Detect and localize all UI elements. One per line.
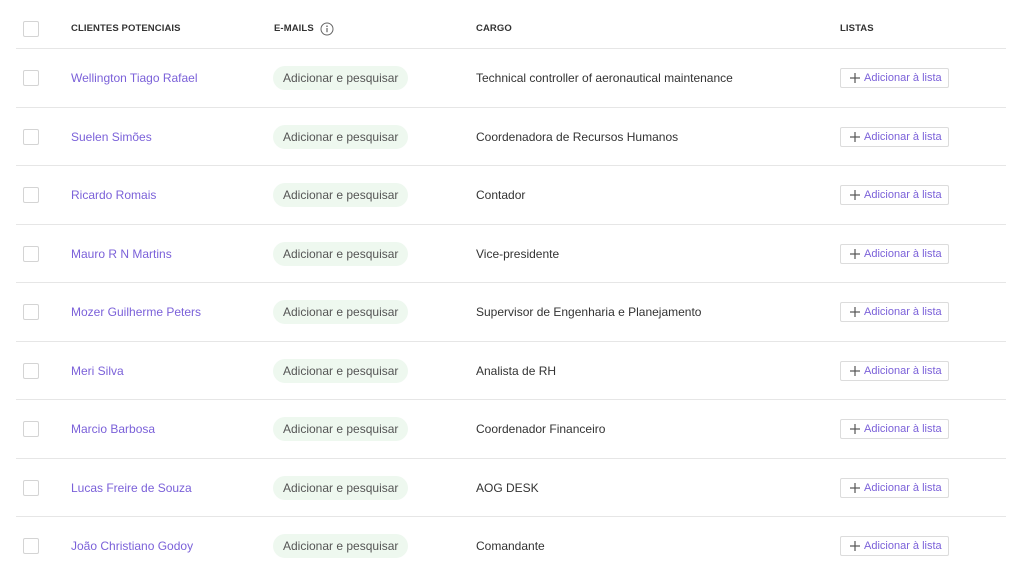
job-title: Vice-presidente [476,246,560,261]
plus-icon [850,131,860,142]
table-row: Marcio Barbosa Adicionar e pesquisar Coo… [0,400,1024,458]
header-emails[interactable]: E-MAILS [274,23,314,34]
header-cargo[interactable]: CARGO [476,23,512,34]
info-icon[interactable] [320,22,334,36]
add-to-list-label: Adicionar à lista [864,423,942,435]
plus-icon [850,541,860,551]
job-title: Supervisor de Engenharia e Planejamento [476,305,702,319]
job-title: Technical controller of aeronautical mai… [476,71,733,85]
job-title: Analista de RH [476,363,557,378]
lead-name-link[interactable]: Ricardo Romais [71,188,156,202]
job-title: Coordenadora de Recursos Humanos [476,129,679,144]
row-checkbox[interactable] [23,421,39,437]
add-and-search-email-button[interactable]: Adicionar e pesquisar [273,183,409,207]
job-title: Coordenador Financeiro [476,422,606,436]
row-checkbox[interactable] [23,187,39,203]
plus-icon [850,73,860,83]
add-to-list-button[interactable]: Adicionar à lista [840,302,949,322]
plus-icon [850,365,860,376]
add-to-list-label: Adicionar à lista [864,481,942,494]
add-and-search-email-button[interactable]: Adicionar e pesquisar [273,241,409,266]
add-to-list-button[interactable]: Adicionar à lista [840,185,949,205]
plus-icon [850,482,860,493]
lead-name-link[interactable]: Marcio Barbosa [71,422,155,436]
job-title: AOG DESK [476,480,539,495]
add-and-search-email-button[interactable]: Adicionar e pesquisar [273,417,409,441]
add-to-list-label: Adicionar à lista [864,247,942,260]
table-row: Mauro R N Martins Adicionar e pesquisar … [0,225,1024,283]
lead-name-link[interactable]: João Christiano Godoy [71,539,193,553]
row-checkbox[interactable] [23,538,39,554]
table-row: Lucas Freire de Souza Adicionar e pesqui… [0,459,1024,517]
add-to-list-label: Adicionar à lista [864,306,942,318]
job-title: Contador [476,188,526,202]
row-checkbox[interactable] [23,245,39,262]
add-and-search-email-button[interactable]: Adicionar e pesquisar [273,534,409,558]
add-to-list-button[interactable]: Adicionar à lista [840,419,949,439]
add-and-search-email-button[interactable]: Adicionar e pesquisar [273,358,409,383]
table-row: João Christiano Godoy Adicionar e pesqui… [0,517,1024,575]
add-and-search-email-button[interactable]: Adicionar e pesquisar [273,66,409,90]
lead-name-link[interactable]: Mauro R N Martins [71,247,172,261]
row-checkbox[interactable] [23,128,39,145]
add-and-search-email-button[interactable]: Adicionar e pesquisar [273,300,409,324]
table-row: Wellington Tiago Rafael Adicionar e pesq… [0,49,1024,107]
plus-icon [850,248,860,259]
row-checkbox[interactable] [23,70,39,86]
table-row: Suelen Simões Adicionar e pesquisar Coor… [0,108,1024,166]
header-clientes-potenciais[interactable]: CLIENTES POTENCIAIS [71,23,181,34]
row-checkbox[interactable] [23,479,39,496]
leads-table: CLIENTES POTENCIAIS E-MAILS CARGO LISTAS… [0,0,1024,573]
lead-name-link[interactable]: Mozer Guilherme Peters [71,305,201,319]
add-to-list-button[interactable]: Adicionar à lista [840,536,949,556]
plus-icon [850,424,860,434]
header-listas: LISTAS [840,23,874,34]
table-row: Mozer Guilherme Peters Adicionar e pesqu… [0,283,1024,341]
row-checkbox[interactable] [23,304,39,320]
add-to-list-label: Adicionar à lista [864,189,942,201]
add-to-list-button[interactable]: Adicionar à lista [840,360,949,381]
add-and-search-email-button[interactable]: Adicionar e pesquisar [273,475,409,500]
plus-icon [850,190,860,200]
add-and-search-email-button[interactable]: Adicionar e pesquisar [273,124,409,149]
add-to-list-button[interactable]: Adicionar à lista [840,243,949,264]
select-all-checkbox[interactable] [23,21,39,37]
table-header: CLIENTES POTENCIAIS E-MAILS CARGO LISTAS [0,0,1024,49]
add-to-list-label: Adicionar à lista [864,130,942,143]
row-checkbox[interactable] [23,362,39,379]
table-row: Meri Silva Adicionar e pesquisar Analist… [0,342,1024,400]
plus-icon [850,307,860,317]
add-to-list-label: Adicionar à lista [864,72,942,84]
add-to-list-label: Adicionar à lista [864,540,942,552]
add-to-list-button[interactable]: Adicionar à lista [840,126,949,147]
lead-name-link[interactable]: Lucas Freire de Souza [71,481,192,495]
lead-name-link[interactable]: Meri Silva [71,364,124,378]
add-to-list-button[interactable]: Adicionar à lista [840,477,949,498]
table-row: Ricardo Romais Adicionar e pesquisar Con… [0,166,1024,224]
add-to-list-label: Adicionar à lista [864,364,942,377]
lead-name-link[interactable]: Suelen Simões [71,130,152,144]
lead-name-link[interactable]: Wellington Tiago Rafael [71,71,198,85]
job-title: Comandante [476,539,545,553]
add-to-list-button[interactable]: Adicionar à lista [840,68,949,88]
